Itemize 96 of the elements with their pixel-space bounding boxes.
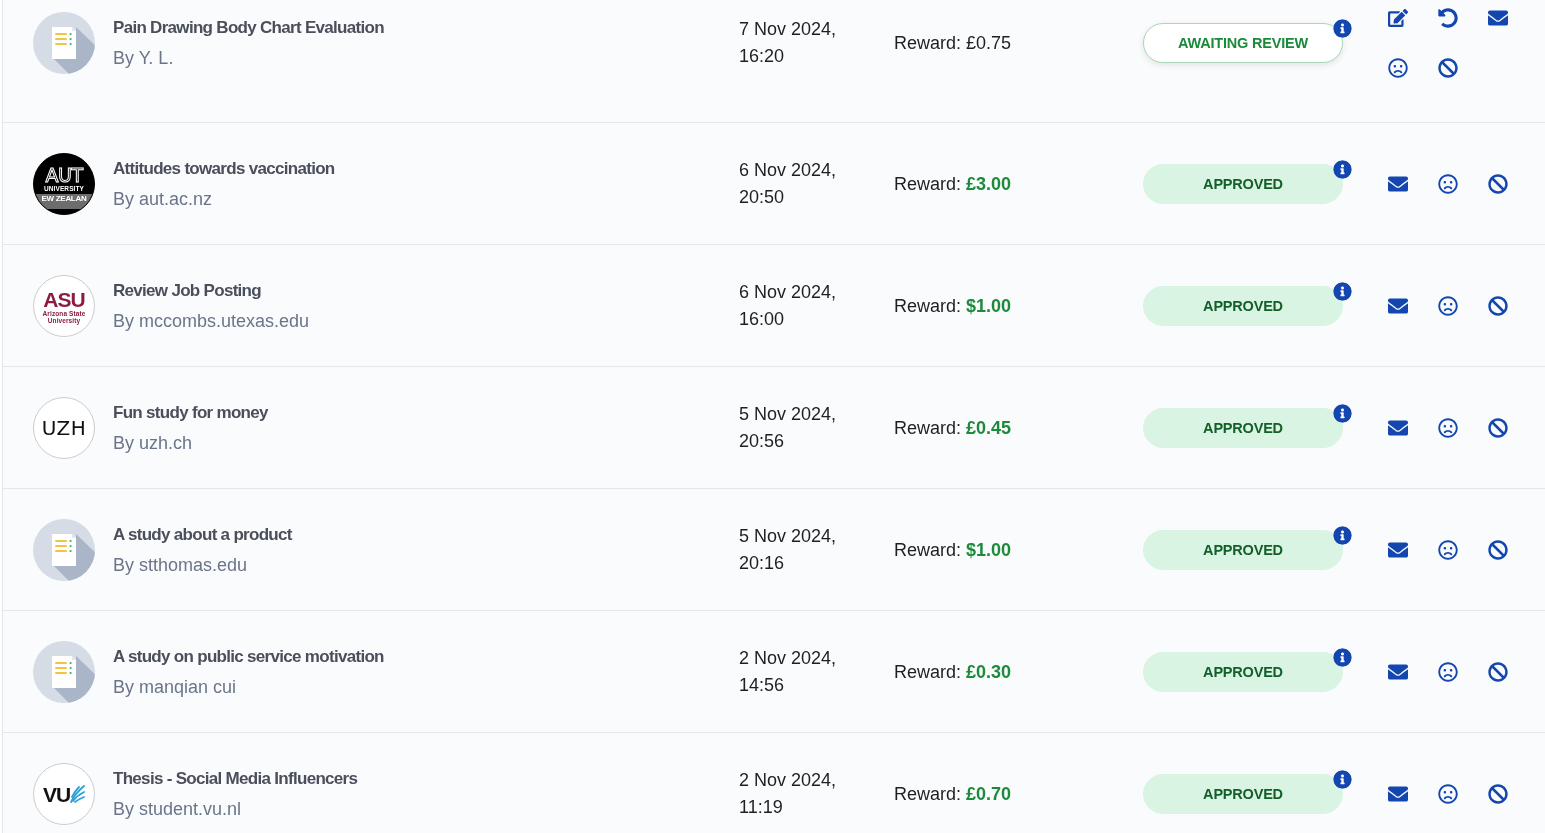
ban-icon	[1438, 58, 1458, 78]
status-badge: AWAITING REVIEW	[1143, 23, 1343, 63]
researcher-name: By stthomas.edu	[113, 554, 249, 577]
researcher-name: By student.vu.nl	[113, 798, 243, 821]
message-button[interactable]	[1388, 418, 1408, 438]
status-badge: APPROVED	[1143, 408, 1343, 448]
submission-date: 2 Nov 2024, 14:56	[739, 647, 838, 697]
reward-text: Reward: $1.00	[894, 295, 1013, 318]
ban-icon	[1488, 540, 1508, 560]
block-button[interactable]	[1488, 418, 1508, 438]
block-button[interactable]	[1488, 784, 1508, 804]
researcher-name: By aut.ac.nz	[113, 188, 214, 211]
reward-text: Reward: £0.30	[894, 661, 1013, 684]
message-button[interactable]	[1388, 662, 1408, 682]
document-icon	[33, 12, 95, 74]
ban-icon	[1488, 418, 1508, 438]
envelope-icon	[1388, 418, 1408, 438]
sad-face-icon	[1388, 58, 1408, 78]
message-button[interactable]	[1388, 540, 1408, 560]
document-icon	[33, 519, 95, 581]
block-button[interactable]	[1488, 662, 1508, 682]
block-button[interactable]	[1488, 540, 1508, 560]
study-title: Attitudes towards vaccination	[113, 158, 336, 180]
submission-date: 7 Nov 2024, 16:20	[739, 18, 838, 68]
reward-text: Reward: £0.75	[894, 32, 1013, 55]
info-icon[interactable]	[1333, 160, 1352, 179]
sad-face-icon	[1438, 418, 1458, 438]
sad-face-icon	[1438, 540, 1458, 560]
ban-icon	[1488, 174, 1508, 194]
sad-face-button[interactable]	[1438, 418, 1458, 438]
researcher-name: By Y. L.	[113, 47, 175, 70]
logo-text: UZH	[41, 417, 87, 439]
message-button[interactable]	[1388, 296, 1408, 316]
submission-date: 2 Nov 2024, 11:19	[739, 769, 838, 819]
ban-icon	[1488, 296, 1508, 316]
envelope-icon	[1388, 174, 1408, 194]
status-badge: APPROVED	[1143, 164, 1343, 204]
submission-date: 5 Nov 2024, 20:16	[739, 525, 838, 575]
block-button[interactable]	[1488, 174, 1508, 194]
undo-icon	[1438, 8, 1458, 28]
undo-button[interactable]	[1438, 8, 1458, 28]
block-button[interactable]	[1488, 296, 1508, 316]
sad-face-button[interactable]	[1438, 174, 1458, 194]
info-icon[interactable]	[1333, 770, 1352, 789]
reward-text: Reward: £3.00	[894, 173, 1013, 196]
sad-face-icon	[1438, 296, 1458, 316]
sad-face-button[interactable]	[1438, 296, 1458, 316]
info-icon[interactable]	[1333, 648, 1352, 667]
sad-face-icon	[1438, 784, 1458, 804]
submission-date: 5 Nov 2024, 20:56	[739, 403, 838, 453]
sad-face-icon	[1438, 174, 1458, 194]
info-icon[interactable]	[1333, 526, 1352, 545]
reward-text: Reward: $1.00	[894, 539, 1013, 562]
message-button[interactable]	[1388, 174, 1408, 194]
logo-text: ASU	[43, 288, 85, 310]
info-icon[interactable]	[1333, 404, 1352, 423]
ban-icon	[1488, 662, 1508, 682]
document-icon	[33, 641, 95, 703]
wing-icon	[70, 785, 86, 803]
sad-face-button[interactable]	[1438, 662, 1458, 682]
envelope-icon	[1388, 296, 1408, 316]
edit-button[interactable]	[1388, 8, 1408, 28]
envelope-icon	[1488, 8, 1508, 28]
logo-text: EW ZEALAN	[34, 194, 94, 209]
status-badge: APPROVED	[1143, 530, 1343, 570]
sad-face-button[interactable]	[1388, 58, 1408, 78]
envelope-icon	[1388, 662, 1408, 682]
status-badge: APPROVED	[1143, 774, 1343, 814]
info-icon[interactable]	[1333, 282, 1352, 301]
reward-text: Reward: £0.45	[894, 417, 1013, 440]
study-title: Fun study for money	[113, 402, 269, 424]
message-button[interactable]	[1488, 8, 1508, 28]
researcher-name: By uzh.ch	[113, 432, 194, 455]
message-button[interactable]	[1388, 784, 1408, 804]
study-title: A study about a product	[113, 524, 294, 546]
researcher-name: By mccombs.utexas.edu	[113, 310, 311, 333]
sad-face-button[interactable]	[1438, 784, 1458, 804]
status-badge: APPROVED	[1143, 286, 1343, 326]
logo-text: VU	[42, 783, 71, 805]
study-title: A study on public service motivation	[113, 646, 385, 668]
ban-icon	[1488, 784, 1508, 804]
status-badge: APPROVED	[1143, 652, 1343, 692]
envelope-icon	[1388, 784, 1408, 804]
researcher-name: By manqian cui	[113, 676, 238, 699]
submission-date: 6 Nov 2024, 20:50	[739, 159, 838, 209]
info-icon[interactable]	[1333, 19, 1352, 38]
submission-date: 6 Nov 2024, 16:00	[739, 281, 838, 331]
block-button[interactable]	[1438, 58, 1458, 78]
study-title: Pain Drawing Body Chart Evaluation	[113, 17, 385, 39]
study-title: Thesis - Social Media Influencers	[113, 768, 359, 790]
envelope-icon	[1388, 540, 1408, 560]
reward-text: Reward: £0.70	[894, 783, 1013, 806]
sad-face-button[interactable]	[1438, 540, 1458, 560]
sad-face-icon	[1438, 662, 1458, 682]
study-title: Review Job Posting	[113, 280, 262, 302]
logo-text: AUT	[45, 165, 83, 185]
